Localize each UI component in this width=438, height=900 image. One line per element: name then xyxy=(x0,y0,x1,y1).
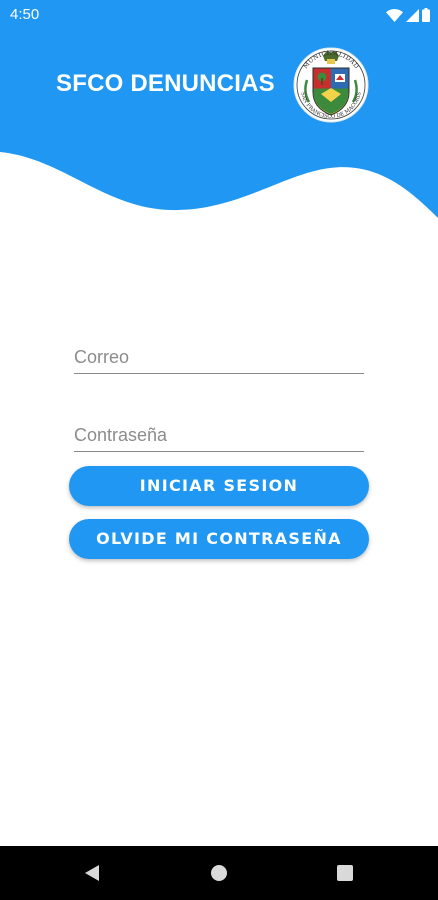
recents-icon[interactable] xyxy=(335,863,355,883)
back-icon[interactable] xyxy=(82,863,102,883)
signal-icon xyxy=(406,8,419,22)
login-button[interactable]: INICIAR SESION xyxy=(69,466,369,506)
battery-icon xyxy=(422,8,430,22)
app-title: SFCO DENUNCIAS xyxy=(56,70,275,97)
forgot-password-button[interactable]: OLVIDE MI CONTRASEÑA xyxy=(69,519,369,559)
wifi-icon xyxy=(386,8,403,22)
email-field[interactable] xyxy=(74,341,364,374)
login-screen: 4:50 SFCO DENUNCIAS MUNICIPALIDAD SAN FR… xyxy=(0,0,438,900)
header-background xyxy=(0,0,438,218)
status-icons xyxy=(386,7,430,23)
home-icon[interactable] xyxy=(209,863,229,883)
status-bar: 4:50 xyxy=(0,0,438,30)
municipal-coat-of-arms-icon: MUNICIPALIDAD SAN FRANCISCO DE MACORIS xyxy=(293,47,369,123)
status-time: 4:50 xyxy=(10,6,40,23)
navigation-bar xyxy=(0,846,438,900)
password-field[interactable] xyxy=(74,419,364,452)
